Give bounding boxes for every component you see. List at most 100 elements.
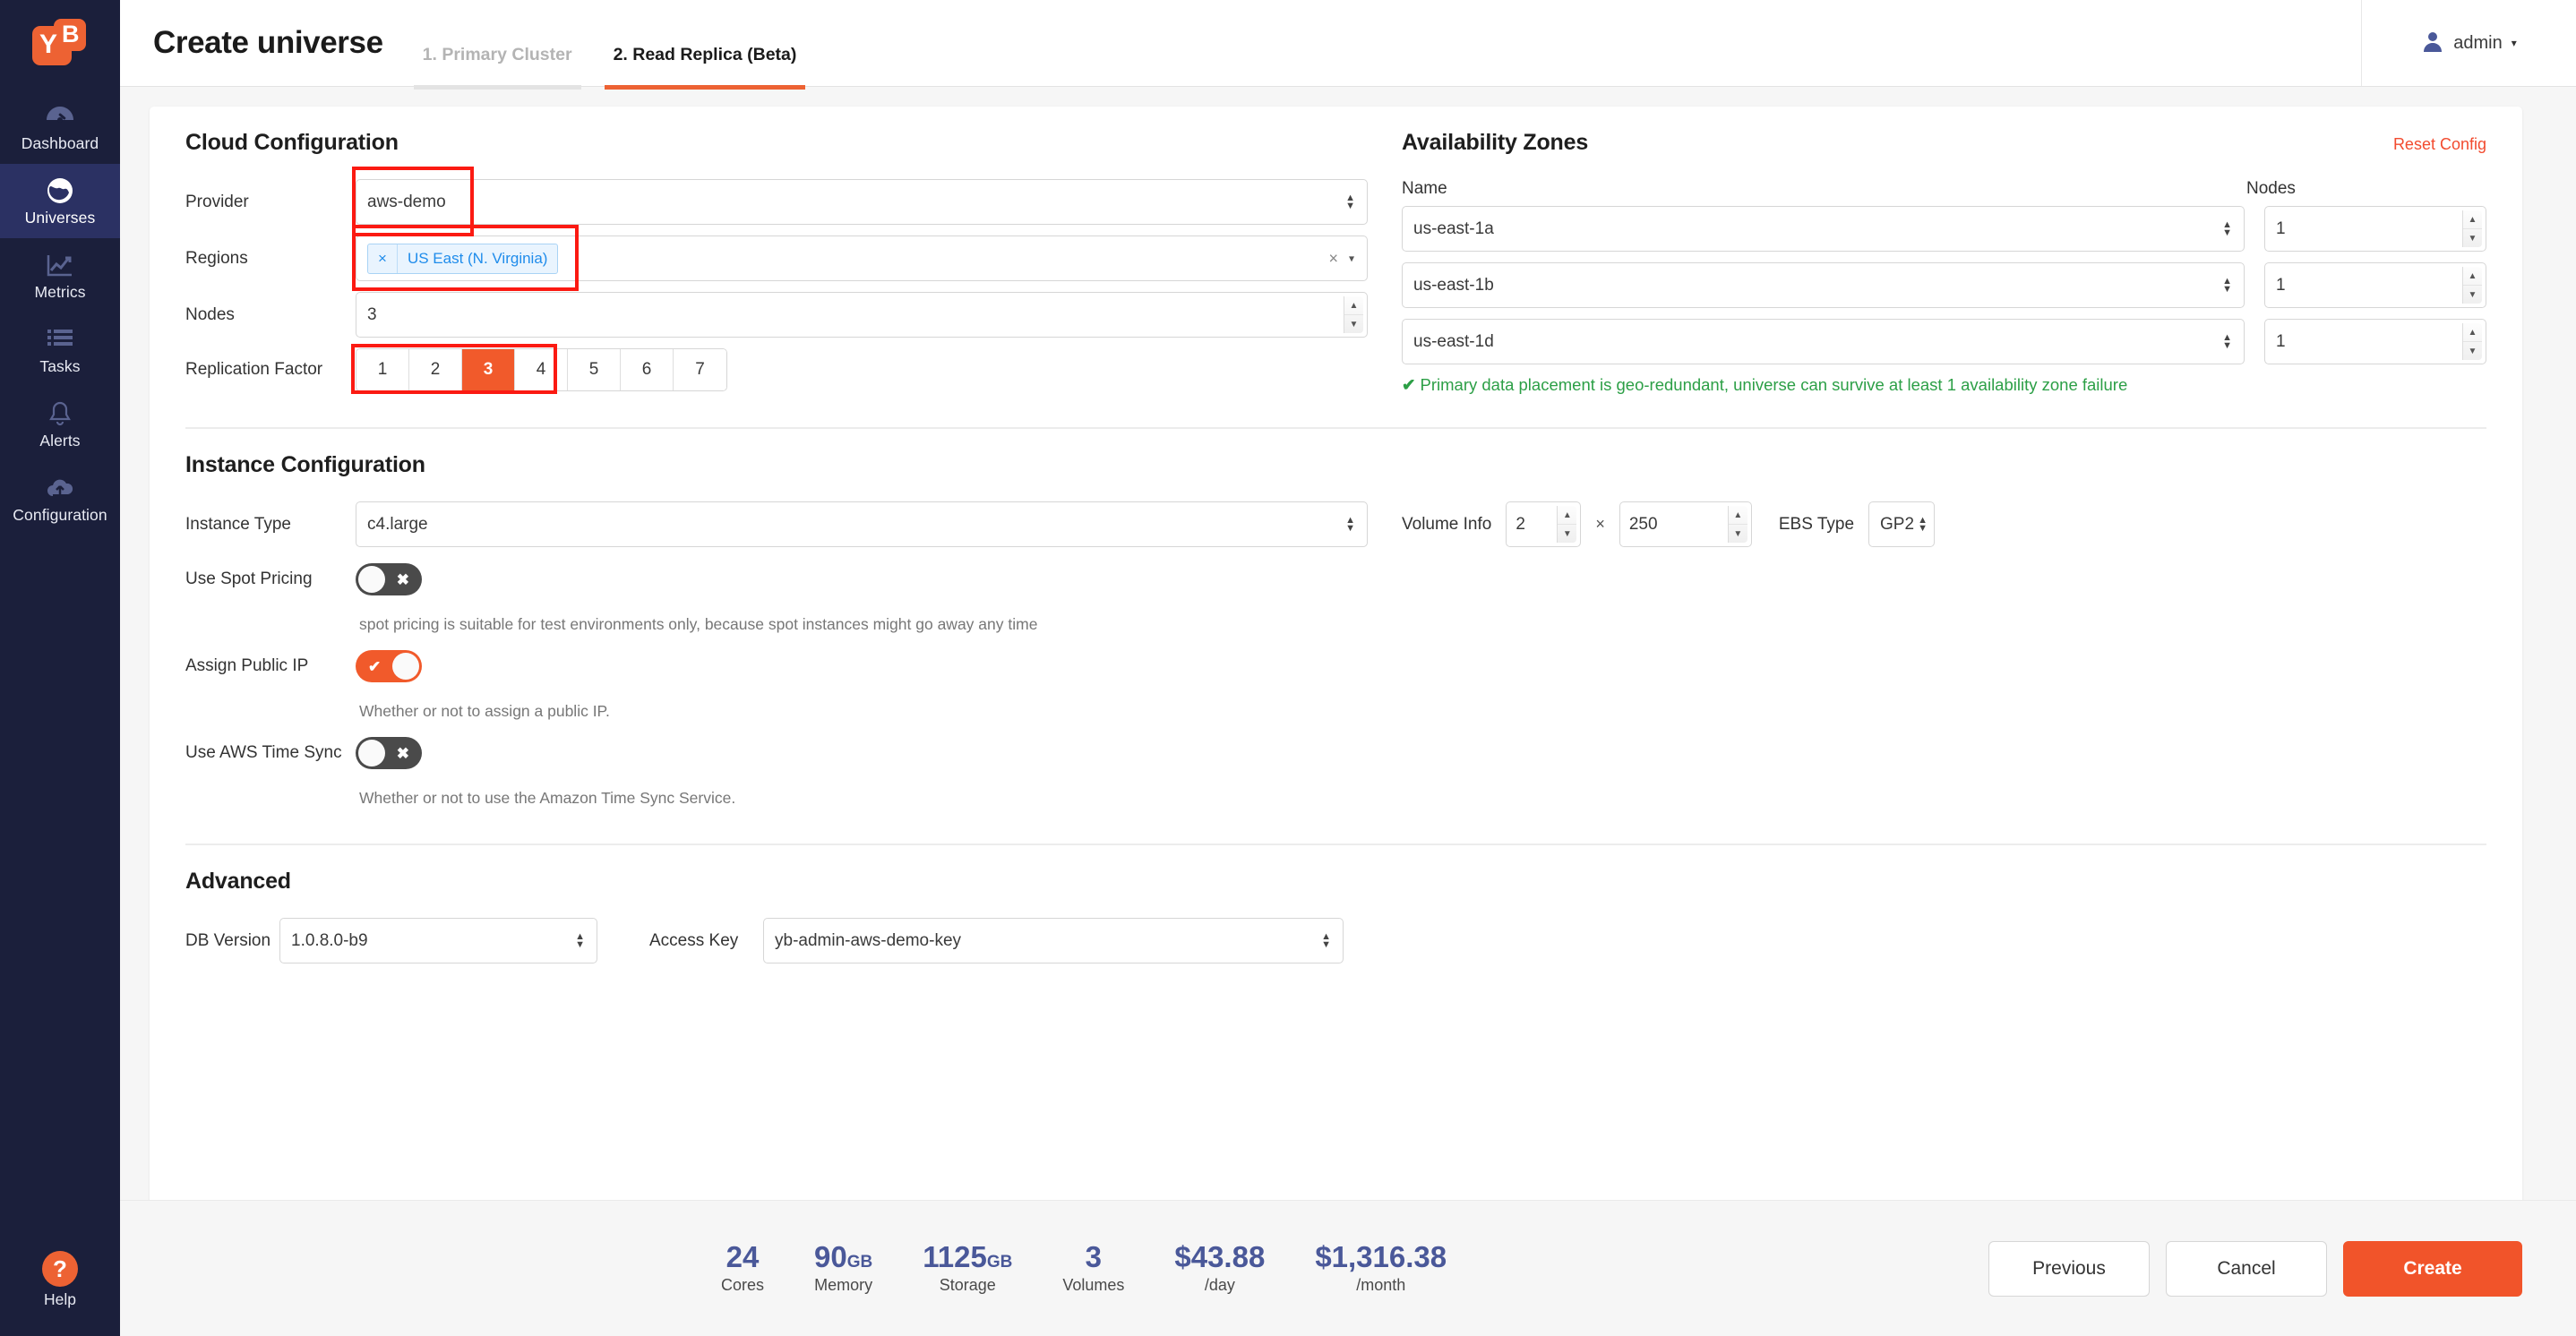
- volume-size-input[interactable]: 250 ▲ ▼: [1619, 501, 1752, 547]
- sidebar-item-configuration[interactable]: Configuration: [0, 461, 120, 535]
- stat-cost-day-value: $43.88: [1174, 1239, 1266, 1273]
- stat-storage-value-wrap: 1125GB: [923, 1241, 1012, 1273]
- az-nodes-value-0: 1: [2276, 218, 2286, 238]
- regions-multiselect[interactable]: × US East (N. Virginia) × ▾: [356, 236, 1368, 281]
- az-name-select-0[interactable]: us-east-1a ▲ ▼: [1402, 206, 2245, 252]
- instance-type-select[interactable]: c4.large ▲ ▼: [356, 501, 1368, 547]
- rf-option-1[interactable]: 1: [356, 349, 409, 390]
- nodes-control: 3 ▲ ▼: [356, 292, 1368, 338]
- sidebar-item-dashboard[interactable]: Dashboard: [0, 90, 120, 164]
- app-logo[interactable]: Y B: [0, 0, 120, 90]
- stepper-down-icon[interactable]: ▼: [2463, 229, 2482, 247]
- yugabyte-logo-icon: Y B: [32, 19, 88, 71]
- rf-option-5[interactable]: 5: [568, 349, 621, 390]
- rf-option-3[interactable]: 3: [462, 349, 515, 390]
- rf-option-7[interactable]: 7: [674, 349, 726, 390]
- az-nodes-control-1: 1 ▲ ▼: [2264, 262, 2486, 308]
- list-icon: [0, 324, 120, 355]
- sidebar-label-metrics: Metrics: [34, 283, 86, 301]
- stepper-down-icon[interactable]: ▼: [2463, 342, 2482, 360]
- cloud-configuration-section: Cloud Configuration Provider aws-demo ▲ ▼: [185, 130, 1368, 402]
- volume-size-value: 250: [1628, 514, 1658, 534]
- stepper-down-icon[interactable]: ▼: [1729, 525, 1747, 543]
- ebs-type-select[interactable]: GP2 ▲ ▼: [1868, 501, 1936, 547]
- rf-option-2[interactable]: 2: [409, 349, 462, 390]
- stat-storage: 1125GB Storage: [897, 1241, 1037, 1296]
- az-name-select-1[interactable]: us-east-1b ▲ ▼: [1402, 262, 2245, 308]
- az-nodes-input-2[interactable]: 1 ▲ ▼: [2264, 319, 2486, 364]
- cloud-configuration-title: Cloud Configuration: [185, 130, 399, 155]
- tab-read-replica[interactable]: 2. Read Replica (Beta): [604, 45, 806, 90]
- az-nodes-stepper-2[interactable]: ▲ ▼: [2462, 323, 2482, 360]
- nodes-input[interactable]: 3 ▲ ▼: [356, 292, 1368, 338]
- sidebar-label-dashboard: Dashboard: [21, 134, 99, 152]
- stepper-down-icon[interactable]: ▼: [1344, 315, 1363, 333]
- volume-count-stepper[interactable]: ▲ ▼: [1557, 506, 1577, 543]
- regions-chevron-down-icon[interactable]: ▾: [1349, 253, 1354, 265]
- volume-count-input[interactable]: 2 ▲ ▼: [1506, 501, 1582, 547]
- multiply-icon: ×: [1595, 515, 1605, 533]
- az-nodes-value-1: 1: [2276, 275, 2286, 295]
- toggle-check-icon: ✔: [368, 657, 382, 675]
- tab-primary-cluster[interactable]: 1. Primary Cluster: [413, 45, 581, 90]
- access-key-select[interactable]: yb-admin-aws-demo-key ▲ ▼: [763, 918, 1344, 963]
- regions-clear-icon[interactable]: ×: [1328, 249, 1338, 268]
- top-columns: Cloud Configuration Provider aws-demo ▲ ▼: [185, 130, 2486, 402]
- sidebar-item-metrics[interactable]: Metrics: [0, 238, 120, 313]
- stat-memory-label: Memory: [814, 1276, 873, 1295]
- az-nodes-input-0[interactable]: 1 ▲ ▼: [2264, 206, 2486, 252]
- sidebar-item-alerts[interactable]: Alerts: [0, 387, 120, 461]
- regions-control: × US East (N. Virginia) × ▾: [352, 225, 1368, 291]
- rf-option-4[interactable]: 4: [515, 349, 568, 390]
- aws-time-sync-toggle[interactable]: ✖: [356, 737, 422, 769]
- stepper-up-icon[interactable]: ▲: [1344, 296, 1363, 315]
- stepper-up-icon[interactable]: ▲: [2463, 267, 2482, 286]
- stat-cores-value: 24: [726, 1239, 760, 1273]
- stepper-down-icon[interactable]: ▼: [1558, 525, 1576, 543]
- db-version-value: 1.0.8.0-b9: [291, 930, 368, 950]
- access-key-control: yb-admin-aws-demo-key ▲ ▼: [763, 918, 1344, 963]
- az-name-control-0: us-east-1a ▲ ▼: [1402, 206, 2245, 252]
- spot-pricing-helper: spot pricing is suitable for test enviro…: [359, 615, 1038, 633]
- region-token[interactable]: × US East (N. Virginia): [367, 243, 559, 274]
- check-icon: ✔: [1402, 375, 1416, 394]
- assign-public-ip-toggle[interactable]: ✔: [356, 650, 422, 682]
- nodes-stepper[interactable]: ▲ ▼: [1344, 296, 1363, 333]
- region-token-remove-icon[interactable]: ×: [368, 244, 398, 273]
- db-version-select[interactable]: 1.0.8.0-b9 ▲ ▼: [279, 918, 597, 963]
- az-nodes-input-1[interactable]: 1 ▲ ▼: [2264, 262, 2486, 308]
- az-nodes-stepper-1[interactable]: ▲ ▼: [2462, 267, 2482, 304]
- sidebar-item-tasks[interactable]: Tasks: [0, 313, 120, 387]
- help-button[interactable]: ? Help: [0, 1251, 120, 1309]
- toggle-x-icon: ✖: [396, 570, 409, 588]
- previous-button[interactable]: Previous: [1988, 1240, 2150, 1297]
- volume-info-label: Volume Info: [1402, 514, 1492, 534]
- region-token-label: US East (N. Virginia): [407, 249, 548, 267]
- provider-select[interactable]: aws-demo ▲ ▼: [356, 179, 1368, 225]
- az-name-value-0: us-east-1a: [1413, 218, 1494, 238]
- advanced-row: DB Version 1.0.8.0-b9 ▲ ▼ Access Key yb-a…: [185, 918, 2486, 963]
- create-button[interactable]: Create: [2343, 1240, 2522, 1297]
- reset-config-link[interactable]: Reset Config: [2393, 135, 2486, 154]
- globe-icon: [0, 176, 120, 206]
- spot-pricing-helper-wrap: spot pricing is suitable for test enviro…: [356, 606, 1368, 634]
- cancel-button[interactable]: Cancel: [2166, 1240, 2327, 1297]
- resource-summary: 24 Cores 90GB Memory 1125GB Storage 3 Vo…: [696, 1239, 1472, 1296]
- logo-letter-y: Y: [39, 30, 58, 59]
- volume-size-stepper[interactable]: ▲ ▼: [1727, 506, 1747, 543]
- az-name-select-2[interactable]: us-east-1d ▲ ▼: [1402, 319, 2245, 364]
- spot-pricing-toggle[interactable]: ✖: [356, 563, 422, 595]
- stepper-down-icon[interactable]: ▼: [2463, 286, 2482, 304]
- content-wrapper: Cloud Configuration Provider aws-demo ▲ ▼: [120, 87, 2576, 1200]
- sidebar-item-universes[interactable]: Universes: [0, 164, 120, 238]
- stepper-up-icon[interactable]: ▲: [2463, 210, 2482, 229]
- rf-option-6[interactable]: 6: [621, 349, 674, 390]
- az-nodes-stepper-0[interactable]: ▲ ▼: [2462, 210, 2482, 247]
- stat-memory-unit: GB: [846, 1252, 873, 1272]
- select-arrows-icon: ▲ ▼: [1918, 514, 1928, 534]
- stepper-up-icon[interactable]: ▲: [2463, 323, 2482, 342]
- stat-cost-month: $1,316.38 /month: [1290, 1241, 1472, 1296]
- stepper-up-icon[interactable]: ▲: [1728, 506, 1747, 525]
- user-menu[interactable]: admin ▾: [2361, 0, 2576, 86]
- stepper-up-icon[interactable]: ▲: [1558, 506, 1577, 525]
